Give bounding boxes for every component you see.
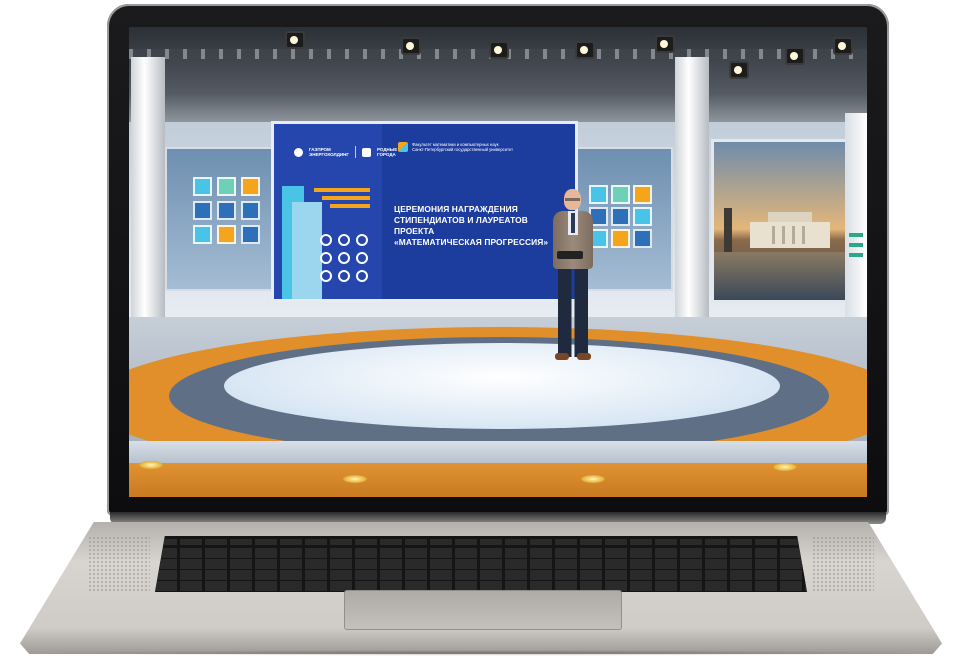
decor-square xyxy=(217,177,236,196)
graphic-ring xyxy=(338,252,350,264)
speaker-grille xyxy=(88,536,150,592)
presenter-tie xyxy=(571,213,575,233)
presenter-shoe xyxy=(555,353,569,360)
decor-square xyxy=(633,185,652,204)
partner-logo-1-text: ГАЗПРОМ ЭНЕРГОХОЛДИНГ xyxy=(309,147,349,157)
graphic-ring xyxy=(356,234,368,246)
rodnye-goroda-logo-icon xyxy=(361,147,371,157)
decor-square xyxy=(193,201,212,220)
ceremony-headline: ЦЕРЕМОНИЯ НАГРАЖДЕНИЯ СТИПЕНДИАТОВ И ЛАУ… xyxy=(394,204,564,248)
graphic-ring xyxy=(356,270,368,282)
decor-square xyxy=(633,207,652,226)
spotlight-icon xyxy=(833,37,853,55)
graphic-ring xyxy=(338,270,350,282)
spotlight-icon xyxy=(655,35,675,53)
keyboard xyxy=(155,536,807,592)
classical-building xyxy=(750,212,830,248)
presenter-shoe xyxy=(577,353,591,360)
floor-light-icon xyxy=(581,475,605,483)
graphic-light-block xyxy=(292,202,322,299)
partner-logo-2-text: РОДНЫЕ ГОРОДА xyxy=(376,147,398,157)
graphic-ring xyxy=(356,252,368,264)
headline-line-3: «МАТЕМАТИЧЕСКАЯ ПРОГРЕССИЯ» xyxy=(394,237,549,247)
spotlight-icon xyxy=(575,41,595,59)
video-wall-graphic-panel: ГАЗПРОМ ЭНЕРГОХОЛДИНГ РОДНЫЕ ГОРОДА xyxy=(274,124,397,299)
decor-square xyxy=(193,177,212,196)
graphic-ring xyxy=(320,252,332,264)
spotlight-icon xyxy=(785,47,805,65)
building-column xyxy=(782,226,785,244)
floor-light-icon xyxy=(139,461,163,469)
spotlight-icon xyxy=(285,31,305,49)
decor-square xyxy=(611,207,630,226)
decor-green-bar xyxy=(849,243,863,247)
spotlight-icon xyxy=(489,41,509,59)
graphic-orange-stripe xyxy=(314,188,370,192)
key-row xyxy=(155,559,807,569)
main-video-wall: ГАЗПРОМ ЭНЕРГОХОЛДИНГ РОДНЫЕ ГОРОДА Факу… xyxy=(274,124,575,299)
spotlight-icon xyxy=(729,61,749,79)
decor-square xyxy=(217,225,236,244)
headline-line-1: ЦЕРЕМОНИЯ НАГРАЖДЕНИЯ xyxy=(394,204,518,214)
decor-square xyxy=(633,229,652,248)
presenter-legs xyxy=(558,269,588,357)
faculty-logo-icon xyxy=(398,142,408,152)
decor-square xyxy=(217,201,236,220)
building-column xyxy=(802,226,805,244)
decor-square xyxy=(611,185,630,204)
left-side-screen xyxy=(165,147,287,291)
floor-front-orange xyxy=(129,463,867,497)
floor-light-icon xyxy=(773,463,797,471)
water-reflection xyxy=(714,252,860,300)
decor-square xyxy=(241,225,260,244)
graphic-ring xyxy=(320,234,332,246)
floor-light-icon xyxy=(343,475,367,483)
presenter xyxy=(547,189,601,367)
partner-logos: ГАЗПРОМ ЭНЕРГОХОЛДИНГ РОДНЫЕ ГОРОДА xyxy=(294,146,397,158)
gazprom-logo-icon xyxy=(294,147,303,157)
building-column xyxy=(792,226,795,244)
presenter-tablet xyxy=(557,251,583,259)
headline-line-2: СТИПЕНДИАТОВ И ЛАУРЕАТОВ ПРОЕКТА xyxy=(394,215,528,236)
graphic-orange-stripe xyxy=(330,204,370,208)
decor-green-bar xyxy=(849,233,863,237)
decor-square xyxy=(193,225,212,244)
studio-pillar xyxy=(675,57,709,337)
graphic-ring xyxy=(320,270,332,282)
logo-divider xyxy=(354,146,356,158)
laptop-shadow xyxy=(30,650,932,656)
graphic-ring xyxy=(338,234,350,246)
floor-center-disc xyxy=(224,343,780,429)
graphic-orange-stripe xyxy=(322,196,370,200)
faculty-header: Факультет математики и компьютерных наук… xyxy=(398,142,513,152)
building-column xyxy=(772,226,775,244)
city-view-window xyxy=(711,139,863,303)
decor-square xyxy=(611,229,630,248)
decor-square xyxy=(241,201,260,220)
key-row xyxy=(155,539,807,545)
decor-square xyxy=(241,177,260,196)
spotlight-icon xyxy=(401,37,421,55)
studio-pillar xyxy=(131,57,165,337)
floor-front-stripe xyxy=(129,441,867,463)
trackpad xyxy=(344,590,622,630)
presenter-glasses xyxy=(565,198,580,201)
laptop-screen: ГАЗПРОМ ЭНЕРГОХОЛДИНГ РОДНЫЕ ГОРОДА Факу… xyxy=(129,27,867,497)
speaker-grille xyxy=(812,536,874,592)
faculty-text: Факультет математики и компьютерных наук… xyxy=(412,142,513,152)
spire-silhouette xyxy=(724,208,732,252)
university-name: Санкт-Петербургский государственный унив… xyxy=(412,147,514,152)
key-row xyxy=(155,570,807,580)
decor-green-bar xyxy=(849,253,863,257)
key-row xyxy=(155,548,807,558)
